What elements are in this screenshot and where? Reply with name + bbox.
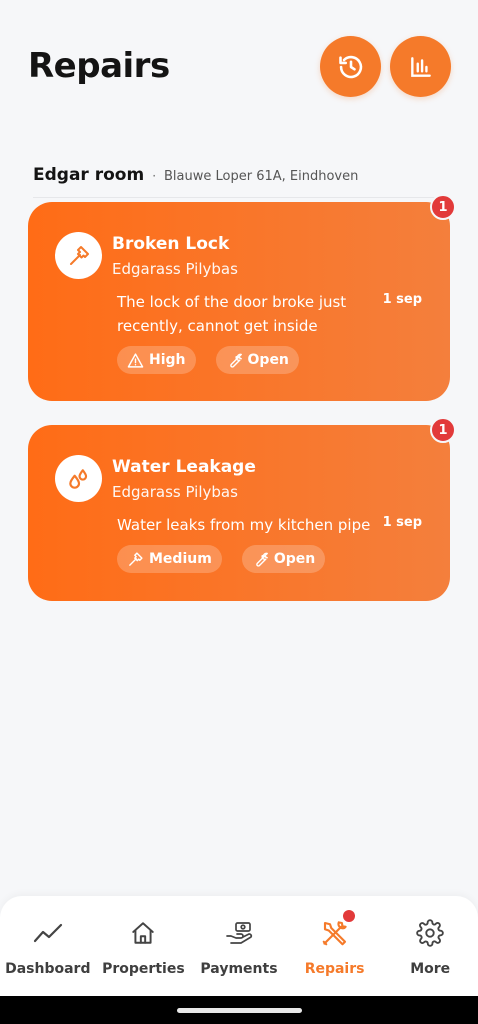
repair-icon-circle: [55, 232, 102, 279]
wrench-icon: [256, 552, 268, 567]
repair-description: The lock of the door broke just recently…: [117, 293, 347, 335]
tab-label: Dashboard: [5, 961, 91, 977]
repair-owner: Edgarass Pilybas: [112, 483, 238, 501]
wrench-icon: [229, 353, 242, 368]
system-navigation-bar: [0, 996, 478, 1024]
hammer-icon: [69, 245, 89, 265]
priority-label: Medium: [149, 551, 212, 567]
priority-tag: Medium: [117, 545, 222, 573]
property-header: Edgar room · Blauwe Loper 61A, Eindhoven: [33, 165, 450, 198]
tab-dashboard[interactable]: Dashboard: [0, 896, 96, 996]
repair-title: Broken Lock: [112, 234, 230, 254]
history-icon: [338, 55, 362, 78]
repair-tags: Medium Open: [117, 545, 326, 573]
repair-date: 1 sep: [382, 292, 422, 307]
status-tag: Open: [215, 346, 299, 374]
trend-line-icon: [33, 923, 62, 943]
water-drops-icon: [68, 468, 87, 489]
history-button[interactable]: [320, 36, 381, 97]
tab-payments[interactable]: Payments: [191, 896, 287, 996]
priority-label: High: [149, 352, 186, 368]
tab-label: Payments: [200, 961, 278, 977]
tab-label: More: [410, 961, 451, 977]
priority-tag: High: [117, 346, 196, 374]
warning-icon: [127, 352, 144, 368]
hand-money-icon: [226, 922, 253, 944]
repair-icon-circle: [55, 455, 102, 502]
notification-dot: [342, 910, 355, 922]
notification-badge: 1: [430, 417, 456, 443]
repair-tags: High Open: [117, 346, 299, 374]
tab-repairs[interactable]: Repairs: [287, 896, 383, 996]
separator-dot: ·: [152, 169, 157, 183]
repair-owner: Edgarass Pilybas: [112, 260, 238, 278]
property-address: Blauwe Loper 61A, Eindhoven: [164, 169, 359, 184]
home-indicator[interactable]: [177, 1008, 302, 1013]
bottom-tab-bar: Dashboard Properties Payments Repairs Mo…: [0, 896, 478, 996]
status-label: Open: [273, 551, 316, 567]
tab-more[interactable]: More: [382, 896, 478, 996]
repair-description: Water leaks from my kitchen pipe: [117, 516, 371, 534]
repairs-screen: Repairs Edgar room · Blauwe Loper 61A, E…: [0, 0, 478, 1024]
property-name: Edgar room: [33, 165, 145, 185]
house-icon: [132, 922, 155, 944]
gear-icon: [416, 919, 444, 947]
repair-card[interactable]: 1 Broken Lock Edgarass Pilybas The lock …: [28, 194, 456, 401]
page-title: Repairs: [28, 46, 170, 86]
status-label: Open: [247, 352, 289, 368]
repair-card[interactable]: 1 Water Leakage Edgarass Pilybas Water l…: [28, 417, 456, 601]
tab-label: Repairs: [304, 961, 365, 977]
repair-title: Water Leakage: [112, 457, 256, 477]
notification-badge: 1: [430, 194, 456, 220]
statistics-button[interactable]: [390, 36, 451, 97]
bar-chart-icon: [410, 56, 431, 77]
status-tag: Open: [241, 545, 326, 573]
tab-properties[interactable]: Properties: [96, 896, 192, 996]
hammer-icon: [129, 551, 143, 566]
tools-icon: [322, 921, 347, 946]
repair-date: 1 sep: [382, 515, 422, 530]
tab-label: Properties: [102, 961, 185, 977]
